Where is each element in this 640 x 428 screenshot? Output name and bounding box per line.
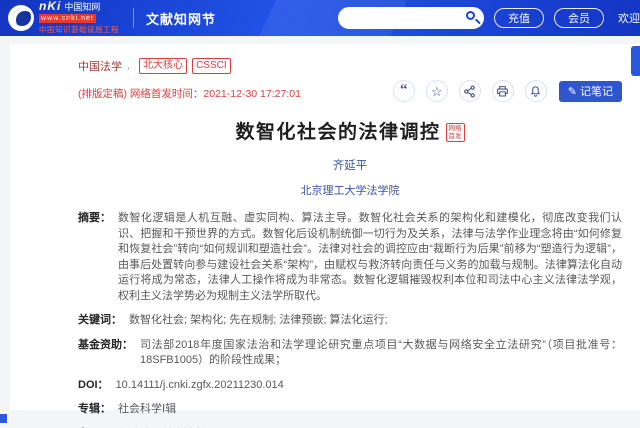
- favorite-star-icon: ☆: [431, 85, 443, 98]
- search-box: [338, 7, 484, 29]
- member-button[interactable]: 会员: [554, 8, 604, 28]
- logo-slogan: 中国知识基础设施工程: [39, 25, 119, 34]
- album-row: 专辑： 社会科学Ⅰ辑: [78, 402, 622, 418]
- keywords-row: 关键词： 数智化社会; 架构化; 先在规制; 法律预嵌; 算法化运行;: [78, 313, 622, 329]
- doi-label: DOI：: [78, 378, 109, 394]
- article-title: 数智化社会的法律调控: [235, 122, 440, 143]
- album-value: 社会科学Ⅰ辑: [118, 402, 176, 418]
- share-button[interactable]: [459, 80, 481, 102]
- abstract-text: 数智化逻辑是人机互融、虚实同构、算法主导。数智化社会关系的架构化和建模化，彻底改…: [118, 211, 622, 304]
- source-meta: 中国法学 . 北大核心 CSSCI (排版定稿) 网络首发时间：2021-12-…: [78, 58, 301, 101]
- online-first-badge-line2: 首发: [449, 133, 462, 141]
- corner-widget[interactable]: [0, 414, 7, 423]
- note-button-label: 记笔记: [580, 83, 613, 99]
- logo-url: www.cnki.net: [39, 14, 96, 23]
- search-icon: [466, 11, 475, 20]
- keywords-text[interactable]: 数智化社会; 架构化; 先在规制; 法律预嵌; 算法化运行;: [129, 313, 388, 329]
- core-journal-badge: 北大核心: [139, 58, 187, 74]
- header-divider: [133, 8, 134, 28]
- author-row: 齐延平: [78, 157, 622, 173]
- print-icon: [496, 85, 509, 98]
- pencil-icon: ✎: [568, 85, 577, 98]
- cnki-globe-icon: [8, 5, 34, 31]
- page: nKi 中国知网 www.cnki.net 中国知识基础设施工程 文献知网节 充…: [0, 0, 640, 428]
- share-icon: [463, 85, 476, 98]
- journal-link[interactable]: 中国法学: [78, 58, 122, 74]
- site-section-title: 文献知网节: [146, 9, 216, 28]
- fund-text: 司法部2018年度国家法治和法学理论研究重点项目“大数据与网络安全立法研究”（项…: [140, 338, 622, 369]
- fund-label: 基金资助：: [78, 338, 133, 369]
- author-link[interactable]: 齐延平: [333, 160, 368, 172]
- abstract-label: 摘要：: [78, 211, 111, 304]
- cnki-logo-text: nKi 中国知网 www.cnki.net 中国知识基础设施工程: [39, 2, 119, 34]
- journal-separator: .: [127, 60, 130, 72]
- favorite-button[interactable]: ☆: [426, 80, 448, 102]
- cssci-badge: CSSCI: [192, 58, 231, 74]
- recharge-button[interactable]: 充值: [494, 8, 544, 28]
- doi-row: DOI： 10.14111/j.cnki.zgfx.20211230.014: [78, 378, 622, 394]
- cite-button[interactable]: “: [393, 80, 415, 102]
- top-header: nKi 中国知网 www.cnki.net 中国知识基础设施工程 文献知网节 充…: [0, 0, 640, 36]
- logo-brand-cn: 中国知网: [64, 3, 100, 12]
- fund-row: 基金资助： 司法部2018年度国家法治和法学理论研究重点项目“大数据与网络安全立…: [78, 338, 622, 369]
- abstract-row: 摘要： 数智化逻辑是人机互融、虚实同构、算法主导。数智化社会关系的架构化和建模化…: [78, 211, 622, 304]
- meta-toolbar-row: 中国法学 . 北大核心 CSSCI (排版定稿) 网络首发时间：2021-12-…: [78, 58, 622, 101]
- affiliation-link[interactable]: 北京理工大学法学院: [301, 185, 400, 197]
- journal-row: 中国法学 . 北大核心 CSSCI: [78, 58, 301, 74]
- alert-button[interactable]: [525, 80, 547, 102]
- note-button[interactable]: ✎ 记笔记: [559, 81, 622, 102]
- print-button[interactable]: [492, 80, 514, 102]
- logo-brand: nKi: [39, 2, 61, 11]
- keywords-label: 关键词：: [78, 313, 122, 329]
- doi-value: 10.14111/j.cnki.zgfx.20211230.014: [116, 378, 284, 394]
- article-card: 中国法学 . 北大核心 CSSCI (排版定稿) 网络首发时间：2021-12-…: [10, 44, 640, 410]
- cite-quote-icon: “: [400, 87, 408, 95]
- article-toolbar: “ ☆: [382, 80, 622, 102]
- cnki-logo[interactable]: nKi 中国知网 www.cnki.net 中国知识基础设施工程: [8, 2, 119, 34]
- welcome-text: 欢迎: [618, 10, 640, 26]
- alert-bell-icon: [529, 85, 542, 98]
- online-publish-time: (排版定稿) 网络首发时间：2021-12-30 17:27:01: [78, 86, 301, 101]
- affiliation-row: 北京理工大学法学院: [78, 182, 622, 198]
- article-title-row: 数智化社会的法律调控网络首发: [78, 117, 622, 144]
- search-button[interactable]: [463, 9, 481, 27]
- online-first-badge-line1: 网络: [449, 125, 462, 133]
- album-label: 专辑：: [78, 402, 111, 418]
- header-right: 充值 会员 欢迎: [338, 7, 640, 29]
- online-first-badge: 网络首发: [446, 123, 465, 142]
- side-toolbar-tab[interactable]: [631, 46, 640, 76]
